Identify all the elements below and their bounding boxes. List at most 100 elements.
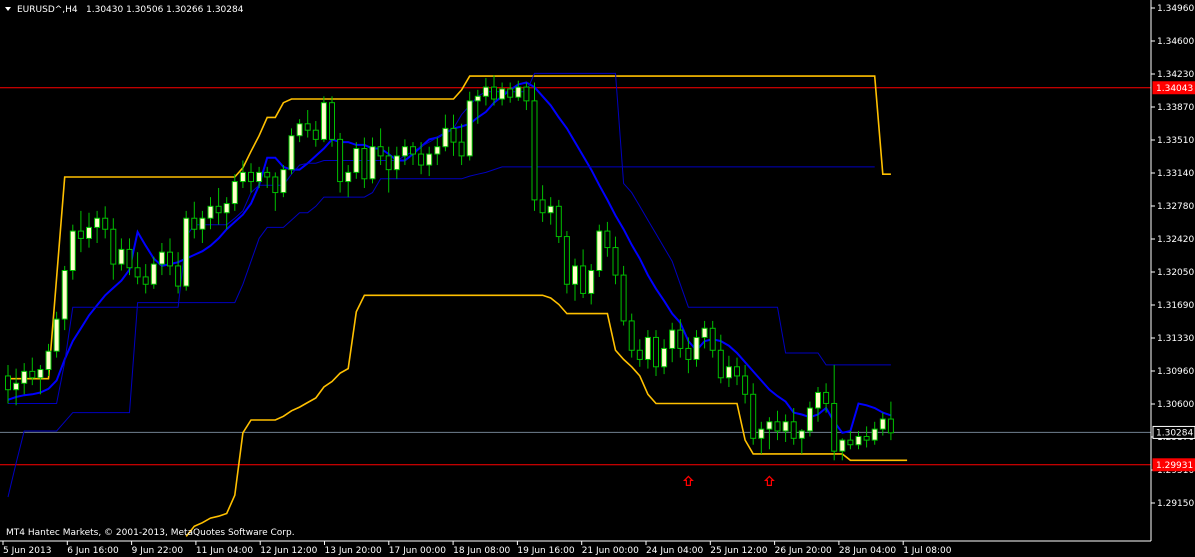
candle-body — [69, 230, 76, 271]
candle-body — [644, 336, 651, 360]
candle-body — [426, 153, 433, 166]
candle-body — [871, 428, 878, 441]
time-tick-label: 13 Jun 20:00 — [325, 546, 382, 556]
symbol-label: EURUSD^,H4 — [17, 5, 78, 15]
candle-body — [158, 251, 165, 265]
candle-body — [474, 95, 481, 102]
candle-body — [256, 171, 263, 183]
candle-body — [77, 230, 84, 239]
candle-body — [774, 421, 781, 432]
candle-body — [612, 247, 619, 276]
candle-body — [661, 347, 668, 368]
candle-body — [45, 350, 52, 371]
candle-body — [831, 402, 838, 452]
price-label-text: 1.34043 — [1156, 84, 1193, 94]
candle-body — [547, 205, 554, 214]
candle-body — [782, 421, 789, 432]
candle-body — [199, 217, 206, 230]
candle-body — [717, 349, 724, 379]
time-tick-label: 18 Jun 08:00 — [453, 546, 510, 556]
time-tick-label: 6 Jun 16:00 — [67, 546, 119, 556]
candle-body — [750, 393, 757, 439]
candle-body — [167, 251, 173, 267]
candle-body — [142, 276, 149, 285]
candle-body — [13, 382, 20, 391]
candle-body — [21, 370, 28, 384]
candle-body — [102, 217, 109, 230]
candle-body — [555, 205, 562, 238]
candle-body — [215, 205, 222, 214]
candle-body — [507, 88, 514, 98]
candle-body — [806, 407, 813, 432]
time-tick-label: 24 Jun 04:00 — [646, 546, 703, 556]
candle-body — [572, 265, 578, 285]
price-tick-label: 1.32420 — [1157, 235, 1194, 245]
candle-body — [693, 336, 700, 360]
candle-body — [118, 248, 125, 265]
candle-body — [5, 375, 11, 391]
candle-body — [855, 435, 862, 446]
candle-body — [94, 217, 101, 228]
candle-body — [563, 236, 570, 285]
candle-body — [466, 100, 473, 157]
price-tick-label: 1.31690 — [1157, 301, 1194, 311]
candle-body — [418, 153, 425, 166]
candle-body — [385, 155, 392, 171]
candle-body — [401, 146, 408, 157]
candle-body — [628, 320, 635, 351]
candle-body — [345, 171, 352, 183]
candle-body — [442, 127, 449, 148]
candle-body — [790, 421, 797, 439]
time-tick-label: 26 Jun 20:00 — [775, 546, 832, 556]
candle-body — [725, 366, 732, 379]
time-tick-label: 19 Jun 16:00 — [517, 546, 574, 556]
time-tick-label: 1 Jul 08:00 — [903, 546, 952, 556]
candle-body — [231, 181, 238, 205]
candle-body — [37, 369, 44, 379]
candle-body — [458, 141, 465, 157]
price-label-text: 1.30284 — [1156, 428, 1193, 438]
candle-body — [766, 421, 773, 430]
candle-body — [701, 327, 708, 338]
time-tick-label: 5 Jun 2013 — [3, 546, 51, 556]
price-tick-label: 1.29150 — [1157, 499, 1194, 509]
candle-body — [847, 439, 854, 446]
candle-body — [620, 274, 627, 322]
time-tick-label: 17 Jun 00:00 — [389, 546, 446, 556]
candle-body — [288, 135, 295, 171]
candle-body — [879, 418, 886, 430]
price-tick-label: 1.33870 — [1157, 103, 1194, 113]
price-chart[interactable]: 1.34960 1.34600 1.34230 1.33870 1.33510 1.331… — [0, 0, 1195, 557]
copyright-text: MT4 Hantec Markets, © 2001-2013, MetaQuo… — [6, 528, 295, 538]
candle-body — [29, 370, 36, 379]
price-tick-label: 1.34600 — [1157, 37, 1194, 47]
candle-body — [839, 439, 846, 452]
candle-body — [353, 148, 360, 173]
candle-body — [709, 327, 716, 351]
time-tick-label: 25 Jun 12:00 — [710, 546, 767, 556]
price-tick-label: 1.30960 — [1157, 367, 1194, 377]
time-tick-label: 21 Jun 00:00 — [582, 546, 639, 556]
candle-body — [677, 329, 684, 349]
candle-body — [175, 265, 182, 287]
candle-body — [450, 127, 457, 143]
candle-body — [191, 217, 198, 230]
candle-body — [515, 86, 522, 98]
candle-body — [588, 270, 595, 294]
candle-body — [223, 203, 230, 214]
price-tick-label: 1.32780 — [1157, 202, 1194, 212]
candle-body — [280, 169, 287, 194]
candle-body — [410, 146, 416, 155]
candle-body — [734, 366, 740, 377]
candle-body — [337, 138, 344, 183]
candle-body — [742, 375, 749, 395]
candle-body — [296, 123, 303, 137]
ohlc-label: 1.30430 1.30506 1.30266 1.30284 — [86, 5, 244, 15]
candle-body — [377, 146, 384, 157]
candle-body — [239, 171, 246, 183]
candle-body — [815, 391, 821, 409]
price-tick-label: 1.31330 — [1157, 334, 1194, 344]
candle-body — [531, 100, 538, 201]
candle-body — [312, 129, 319, 140]
time-tick-label: 28 Jun 04:00 — [839, 546, 896, 556]
